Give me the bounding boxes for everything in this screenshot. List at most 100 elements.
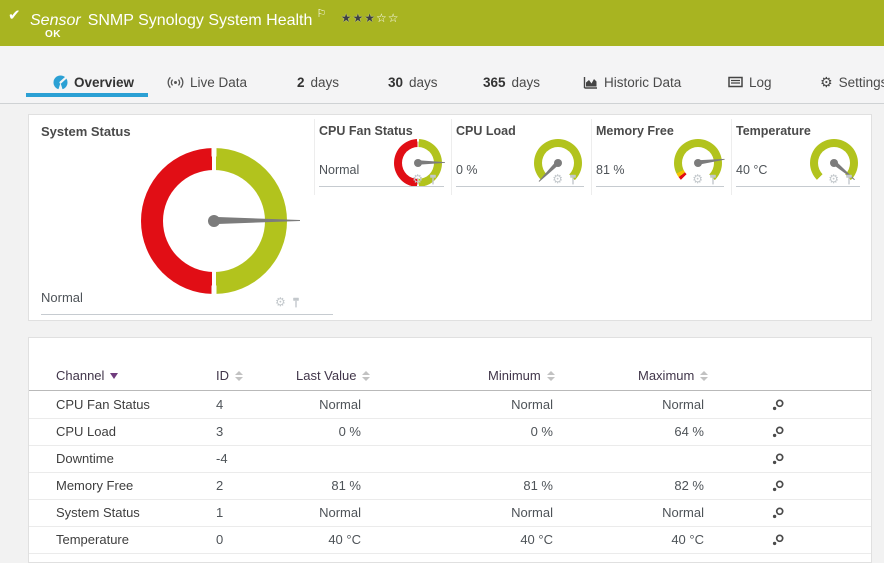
tab-365-days[interactable]: 365 days xyxy=(483,70,540,94)
active-tab-underline xyxy=(26,93,148,97)
mini-gauge-value: Normal xyxy=(319,163,359,177)
log-icon xyxy=(728,76,743,88)
sort-toggle-icon xyxy=(362,371,370,381)
tab-overview-label: Overview xyxy=(74,75,134,90)
live-data-icon xyxy=(167,76,184,89)
column-header-channel[interactable]: Channel xyxy=(56,368,118,383)
mini-gauge-actions: ⚙ xyxy=(552,173,578,185)
gauge-icon xyxy=(53,75,68,90)
cell-maximum: 64 % xyxy=(584,418,704,445)
table-header-row: Channel ID Last Value Minimum Maximum xyxy=(29,366,871,391)
column-header-id[interactable]: ID xyxy=(216,368,243,383)
sort-toggle-icon xyxy=(700,371,708,381)
table-row: System Status 1 Normal Normal Normal xyxy=(29,499,871,527)
cell-last-value: Normal xyxy=(249,499,361,526)
mini-gauge-cpu-fan-status: CPU Fan Status Normal ⚙ xyxy=(314,119,452,195)
channel-settings-icon[interactable] xyxy=(771,445,791,466)
cell-minimum: 40 °C xyxy=(433,526,553,553)
chart-icon xyxy=(583,76,598,89)
tab-log[interactable]: Log xyxy=(728,70,772,94)
mini-gauge-label: Memory Free xyxy=(596,124,674,138)
cell-channel: Memory Free xyxy=(56,472,206,499)
tab-settings-label: Settings xyxy=(839,75,884,90)
table-row: Temperature 0 40 °C 40 °C 40 °C xyxy=(29,526,871,554)
column-header-maximum[interactable]: Maximum xyxy=(638,368,708,383)
gear-icon[interactable]: ⚙ xyxy=(412,173,423,185)
mini-gauge-value: 81 % xyxy=(596,163,625,177)
sort-desc-icon xyxy=(110,373,118,379)
cell-minimum: 81 % xyxy=(433,472,553,499)
mini-gauge-cpu-load: CPU Load 0 % ⚙ xyxy=(451,119,592,195)
channel-settings-icon[interactable] xyxy=(771,526,791,547)
sensor-kind-label: Sensor xyxy=(30,12,81,29)
tab-overview[interactable]: Overview xyxy=(53,70,134,94)
status-check-icon: ✔ xyxy=(8,6,21,24)
mini-gauge-label: CPU Fan Status xyxy=(319,124,413,138)
primary-gauge-label: System Status xyxy=(41,124,131,139)
channel-settings-icon[interactable] xyxy=(771,391,791,412)
gear-icon[interactable]: ⚙ xyxy=(552,173,563,185)
priority-stars[interactable]: ★★★☆☆ xyxy=(341,11,400,25)
cell-last-value: 0 % xyxy=(249,418,361,445)
gear-icon[interactable]: ⚙ xyxy=(275,296,286,308)
tab-2-days-number: 2 xyxy=(297,75,305,90)
mini-gauge-actions: ⚙ xyxy=(828,173,854,185)
sensor-title: SNMP Synology System Health xyxy=(88,12,313,29)
tab-log-label: Log xyxy=(749,75,772,90)
tab-historic-data-label: Historic Data xyxy=(604,75,681,90)
pin-icon[interactable] xyxy=(844,174,854,185)
mini-gauge-value: 0 % xyxy=(456,163,478,177)
tab-bar: Overview Live Data 2 days 30 days 365 da… xyxy=(0,46,884,104)
sort-toggle-icon xyxy=(235,371,243,381)
mini-gauge-temperature: Temperature 40 °C ⚙ xyxy=(731,119,868,195)
table-row: CPU Load 3 0 % 0 % 64 % xyxy=(29,418,871,446)
mini-gauge-value: 40 °C xyxy=(736,163,767,177)
cell-channel: CPU Fan Status xyxy=(56,391,206,418)
sensor-titleline: Sensor SNMP Synology System Health⚐ ★★★☆☆ xyxy=(30,7,400,30)
gear-icon[interactable]: ⚙ xyxy=(828,173,839,185)
sensor-status-header: ✔ Sensor SNMP Synology System Health⚐ ★★★… xyxy=(0,0,884,46)
gauges-panel: System Status Normal ⚙ CPU Fan Status No… xyxy=(28,114,872,321)
pin-icon[interactable] xyxy=(291,297,301,308)
pin-icon[interactable] xyxy=(568,174,578,185)
cell-last-value: 40 °C xyxy=(249,526,361,553)
mini-gauge-label: CPU Load xyxy=(456,124,516,138)
cell-maximum: Normal xyxy=(584,499,704,526)
cell-maximum: 82 % xyxy=(584,472,704,499)
tab-historic-data[interactable]: Historic Data xyxy=(583,70,681,94)
channel-settings-icon[interactable] xyxy=(771,418,791,439)
pin-icon[interactable] xyxy=(428,174,438,185)
tab-365-days-number: 365 xyxy=(483,75,506,90)
gear-icon[interactable]: ⚙ xyxy=(692,173,703,185)
table-row: CPU Fan Status 4 Normal Normal Normal xyxy=(29,391,871,419)
mini-gauge-label: Temperature xyxy=(736,124,811,138)
cell-last-value: Normal xyxy=(249,391,361,418)
cell-last-value: 81 % xyxy=(249,472,361,499)
table-row: Downtime -4 xyxy=(29,445,871,473)
cell-maximum: 40 °C xyxy=(584,526,704,553)
cell-minimum: 0 % xyxy=(433,418,553,445)
mini-gauge-actions: ⚙ xyxy=(412,173,438,185)
tab-2-days[interactable]: 2 days xyxy=(297,70,339,94)
cell-channel: System Status xyxy=(56,499,206,526)
table-row: Memory Free 2 81 % 81 % 82 % xyxy=(29,472,871,500)
mini-gauge-memory-free: Memory Free 81 % ⚙ xyxy=(591,119,732,195)
cell-channel: CPU Load xyxy=(56,418,206,445)
tab-live-data[interactable]: Live Data xyxy=(167,70,247,94)
flag-icon[interactable]: ⚐ xyxy=(316,8,326,20)
priority-stars-empty: ☆☆ xyxy=(376,11,400,25)
tab-2-days-label: days xyxy=(311,75,340,90)
primary-gauge-actions: ⚙ xyxy=(275,296,301,308)
cell-minimum: Normal xyxy=(433,391,553,418)
priority-stars-filled: ★★★ xyxy=(341,11,376,25)
column-header-minimum[interactable]: Minimum xyxy=(488,368,555,383)
cell-maximum: Normal xyxy=(584,391,704,418)
channel-settings-icon[interactable] xyxy=(771,499,791,520)
channel-settings-icon[interactable] xyxy=(771,472,791,493)
column-header-last-value[interactable]: Last Value xyxy=(296,368,370,383)
pin-icon[interactable] xyxy=(708,174,718,185)
channels-table-panel: Channel ID Last Value Minimum Maximum CP… xyxy=(28,337,872,563)
tab-settings[interactable]: ⚙ Settings xyxy=(820,70,884,94)
prtg-sensor-page: ✔ Sensor SNMP Synology System Health⚐ ★★★… xyxy=(0,0,884,563)
tab-30-days[interactable]: 30 days xyxy=(388,70,438,94)
